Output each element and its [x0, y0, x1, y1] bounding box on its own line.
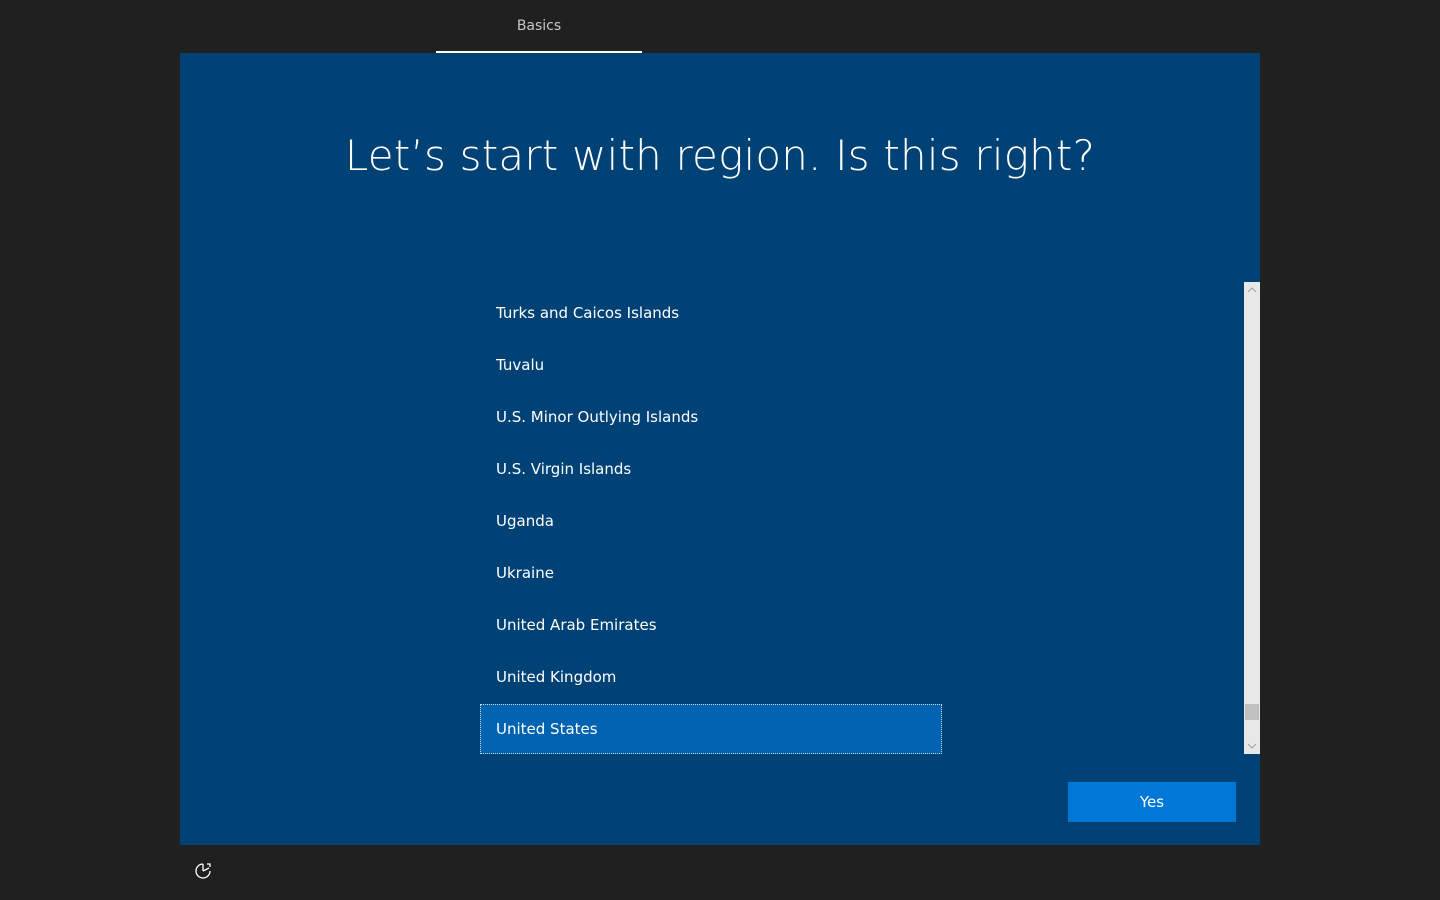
region-item-uganda[interactable]: Uganda	[480, 496, 942, 546]
scroll-thumb[interactable]	[1245, 704, 1259, 720]
tab-basics[interactable]: Basics	[436, 0, 642, 52]
setup-panel: Let’s start with region. Is this right? …	[180, 53, 1260, 845]
region-item-us-virgin-islands[interactable]: U.S. Virgin Islands	[480, 444, 942, 494]
oobe-screen: Basics Let’s start with region. Is this …	[0, 0, 1440, 900]
region-item-us-minor-outlying[interactable]: U.S. Minor Outlying Islands	[480, 392, 942, 442]
region-item-label: Turks and Caicos Islands	[496, 304, 680, 322]
region-item-label: United States	[496, 720, 598, 738]
ease-of-access-icon[interactable]	[194, 862, 212, 880]
region-item-label: U.S. Minor Outlying Islands	[496, 408, 699, 426]
region-listbox[interactable]: Turks and Caicos Islands Tuvalu U.S. Min…	[480, 282, 1260, 754]
region-item-turks-and-caicos[interactable]: Turks and Caicos Islands	[480, 288, 942, 338]
page-title: Let’s start with region. Is this right?	[344, 131, 1096, 180]
region-item-ukraine[interactable]: Ukraine	[480, 548, 942, 598]
region-item-united-states[interactable]: United States	[480, 704, 942, 754]
region-list[interactable]: Turks and Caicos Islands Tuvalu U.S. Min…	[480, 284, 944, 754]
scroll-down-arrow-icon[interactable]	[1244, 738, 1260, 754]
scroll-up-arrow-icon[interactable]	[1244, 282, 1260, 298]
yes-button[interactable]: Yes	[1068, 782, 1236, 822]
region-item-label: Tuvalu	[496, 356, 545, 374]
region-list-scrollbar[interactable]	[1244, 282, 1260, 754]
tab-basics-label: Basics	[516, 18, 562, 34]
region-item-label: United Kingdom	[496, 668, 617, 686]
region-item-united-kingdom[interactable]: United Kingdom	[480, 652, 942, 702]
region-item-label: U.S. Virgin Islands	[496, 460, 632, 478]
region-item-label: Ukraine	[496, 564, 554, 582]
region-item-label: United Arab Emirates	[496, 616, 657, 634]
region-item-label: Uganda	[496, 512, 554, 530]
region-item-uae[interactable]: United Arab Emirates	[480, 600, 942, 650]
region-item-tuvalu[interactable]: Tuvalu	[480, 340, 942, 390]
